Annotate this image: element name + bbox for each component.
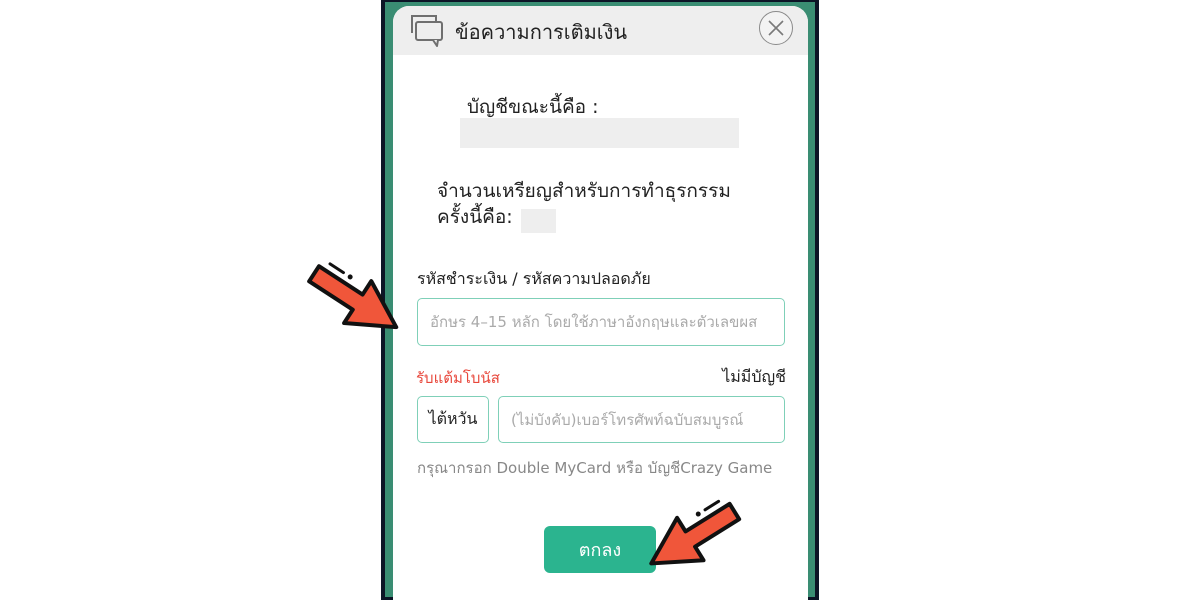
bonus-points-label: รับแต้มโบนัส <box>416 369 500 387</box>
no-account-link[interactable]: ไม่มีบัญชี <box>722 365 786 390</box>
chat-bubbles-icon <box>409 13 445 47</box>
hint-text: กรุณากรอก Double MyCard หรือ บัญชีCrazy … <box>417 459 773 477</box>
coins-value-redacted <box>521 209 556 233</box>
payment-code-input[interactable] <box>417 298 785 346</box>
phone-number-input[interactable] <box>498 396 785 443</box>
dialog-title: ข้อความการเติมเงิน <box>455 20 628 44</box>
close-icon <box>768 20 784 36</box>
coins-label: จำนวนเหรียญสำหรับการทำธุรกรรม ครั้งนี้คื… <box>437 178 731 230</box>
dialog-header: ข้อความการเติมเงิน <box>393 6 808 55</box>
coins-label-line1: จำนวนเหรียญสำหรับการทำธุรกรรม <box>437 180 731 202</box>
payment-code-label: รหัสชำระเงิน / รหัสความปลอดภัย <box>417 269 651 288</box>
coins-label-line2: ครั้งนี้คือ: <box>437 206 513 228</box>
account-value-redacted <box>460 118 739 148</box>
close-button[interactable] <box>759 11 793 45</box>
pointer-arrow-icon <box>307 262 399 330</box>
pointer-arrow-icon <box>649 499 742 566</box>
region-select-button[interactable]: ไต้หวัน <box>417 396 489 443</box>
